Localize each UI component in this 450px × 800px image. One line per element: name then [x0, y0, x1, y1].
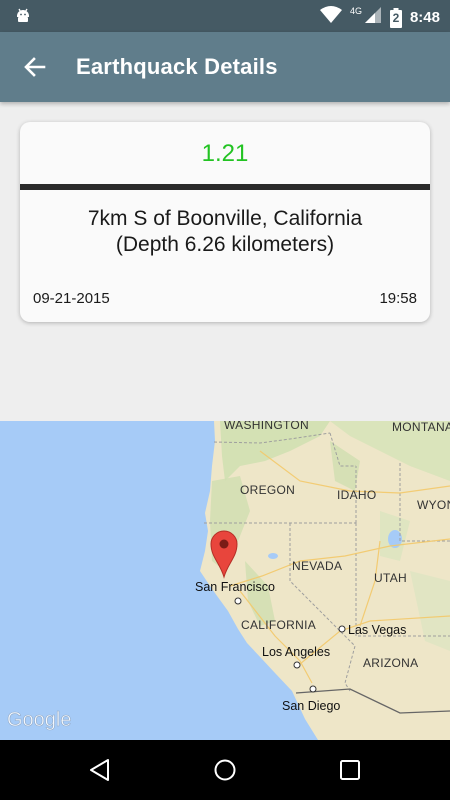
- earthquake-card: 1.21 7km S of Boonville, California (Dep…: [20, 122, 430, 322]
- system-navigation-bar: [0, 740, 450, 800]
- battery-level: 2: [392, 10, 400, 25]
- app-bar: Earthquack Details: [0, 32, 450, 102]
- network-type-label: 4G: [349, 6, 362, 16]
- map-label-nevada: NEVADA: [292, 559, 342, 573]
- map-view[interactable]: WASHINGTON MONTANA OREGON IDAHO WYON NEV…: [0, 421, 450, 740]
- map-label-idaho: IDAHO: [337, 488, 377, 502]
- back-arrow-icon[interactable]: [22, 54, 48, 80]
- map-label-washington: WASHINGTON: [224, 421, 309, 432]
- place-label: 7km S of Boonville, California: [87, 207, 363, 230]
- home-nav-icon[interactable]: [213, 758, 237, 787]
- map-label-arizona: ARIZONA: [363, 656, 418, 670]
- map-label-montana: MONTANA: [392, 421, 450, 434]
- time-label: 19:58: [379, 290, 417, 307]
- cell-signal-icon: [364, 6, 382, 29]
- status-bar: 4G 2 8:48: [0, 0, 450, 32]
- page-title: Earthquack Details: [76, 54, 278, 79]
- map-label-los-angeles: Los Angeles: [262, 645, 330, 659]
- depth-label: (Depth 6.26 kilometers): [115, 233, 335, 256]
- battery-icon: 2: [389, 7, 402, 28]
- magnitude-value: 1.21: [201, 140, 249, 167]
- status-time: 8:48: [409, 9, 440, 26]
- google-watermark: Google: [7, 709, 72, 731]
- map-label-oregon: OREGON: [240, 483, 295, 497]
- wifi-icon: [319, 6, 342, 29]
- map-label-utah: UTAH: [374, 571, 407, 585]
- location-text: 7km S of Boonville, California (Depth 6.…: [20, 206, 430, 258]
- map-label-wyoming: WYON: [417, 498, 450, 512]
- recents-nav-icon[interactable]: [339, 759, 361, 786]
- card-divider: [20, 184, 430, 190]
- back-nav-icon[interactable]: [88, 758, 112, 787]
- map-label-san-diego: San Diego: [282, 699, 340, 713]
- android-debug-icon: [14, 7, 32, 30]
- map-label-las-vegas: Las Vegas: [348, 623, 406, 637]
- map-label-san-francisco: San Francisco: [195, 580, 275, 594]
- date-label: 09-21-2015: [33, 290, 110, 307]
- map-label-california: CALIFORNIA: [241, 618, 316, 632]
